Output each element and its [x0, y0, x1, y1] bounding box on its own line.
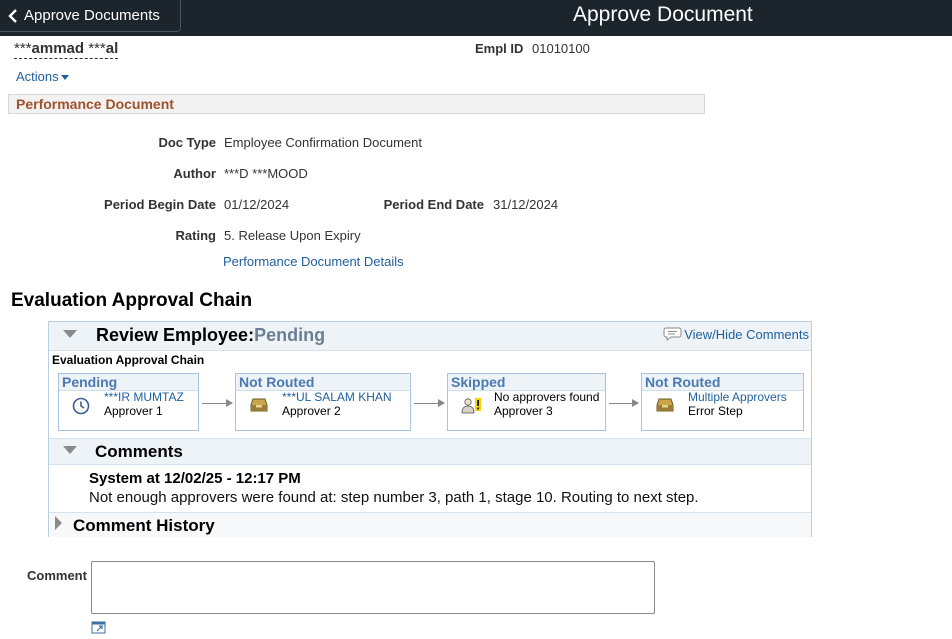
review-label: Review Employee:: [96, 325, 255, 345]
comment-text: Not enough approvers were found at: step…: [89, 489, 699, 506]
performance-document-details-link[interactable]: Performance Document Details: [223, 254, 404, 269]
period-begin-value: 01/12/2024: [224, 197, 290, 212]
chain-subtitle: Evaluation Approval Chain: [52, 353, 205, 367]
comment-history-header[interactable]: Comment History: [49, 512, 811, 537]
approver-name-link[interactable]: ***UL SALAM KHAN: [282, 391, 392, 404]
approver-name: No approvers found: [494, 390, 600, 404]
actions-menu[interactable]: Actions: [16, 69, 69, 84]
comment-history-title: Comment History: [73, 516, 215, 535]
period-end-value: 31/12/2024: [493, 197, 559, 212]
comments-title: Comments: [95, 442, 183, 461]
approval-chain-heading: Evaluation Approval Chain: [11, 290, 253, 311]
name-part-2: al: [105, 40, 119, 57]
speech-bubble-icon: [663, 327, 682, 341]
back-button[interactable]: Approve Documents: [0, 0, 181, 32]
review-employee-header: Review Employee:Pending View/Hide Commen…: [49, 322, 811, 351]
comment-textarea[interactable]: [91, 561, 655, 614]
inbox-icon: [655, 397, 675, 418]
approver-role: Error Step: [688, 404, 743, 418]
warning-user-icon: [461, 397, 483, 420]
top-header-bar: Approve Documents Approve Document: [0, 0, 952, 36]
chain-arrow: [202, 399, 233, 407]
page-title: Approve Document: [573, 3, 753, 26]
name-part-1: ammad: [31, 40, 85, 57]
comment-author-timestamp: System at 12/02/25 - 12:17 PM: [89, 470, 301, 487]
chain-arrow: [609, 399, 639, 407]
expand-textarea-icon[interactable]: [91, 620, 107, 639]
rating-label: Rating: [175, 228, 216, 243]
employee-name[interactable]: ***ammad ***al: [14, 40, 119, 59]
doc-type-value: Employee Confirmation Document: [224, 135, 422, 150]
approval-step-2: Not Routed ***UL SALAM KHAN Approver 2: [235, 373, 411, 431]
comment-label: Comment: [27, 568, 87, 583]
chevron-left-icon: [8, 8, 17, 23]
approval-step-3: Skipped No approvers found Approver 3: [447, 373, 606, 431]
rating-value: 5. Release Upon Expiry: [224, 228, 361, 243]
name-mask-2: ***: [84, 40, 106, 57]
period-begin-label: Period Begin Date: [104, 197, 216, 212]
performance-document-section: Performance Document: [8, 94, 705, 114]
caret-down-icon: [60, 75, 69, 81]
name-mask-1: ***: [14, 40, 32, 57]
section-title: Performance Document: [16, 96, 174, 112]
step-status: Pending: [59, 374, 198, 391]
author-value: ***D ***MOOD: [224, 166, 308, 181]
view-hide-label: View/Hide Comments: [684, 326, 809, 342]
collapse-triangle-icon[interactable]: [63, 330, 77, 338]
inbox-icon: [249, 397, 269, 418]
collapse-triangle-icon[interactable]: [63, 446, 77, 454]
back-button-label: Approve Documents: [24, 7, 160, 24]
comments-header: Comments: [49, 438, 811, 465]
period-end-label: Period End Date: [383, 197, 484, 212]
approval-step-1: Pending ***IR MUMTAZ Approver 1: [58, 373, 199, 431]
approver-role: Approver 3: [494, 404, 553, 418]
emplid-value: 01010100: [532, 41, 590, 56]
doc-type-label: Doc Type: [158, 135, 216, 150]
view-hide-comments-link[interactable]: View/Hide Comments: [663, 326, 809, 342]
step-status: Not Routed: [642, 374, 803, 391]
approver-name-link[interactable]: ***IR MUMTAZ: [104, 391, 184, 404]
review-title: Review Employee:Pending: [96, 325, 325, 346]
step-status: Not Routed: [236, 374, 410, 391]
step-status: Skipped: [448, 374, 605, 391]
emplid-label: Empl ID: [475, 41, 524, 56]
actions-label: Actions: [16, 69, 59, 84]
approver-role: Approver 1: [104, 404, 163, 418]
clock-icon: [72, 397, 90, 420]
author-label: Author: [173, 166, 216, 181]
chain-arrow: [414, 399, 445, 407]
expand-triangle-icon[interactable]: [55, 516, 62, 530]
review-status: Pending: [254, 325, 326, 345]
approver-role: Approver 2: [282, 404, 341, 418]
approval-chain-panel: Review Employee:Pending View/Hide Commen…: [48, 321, 812, 537]
approval-step-4: Not Routed Multiple Approvers Error Step: [641, 373, 804, 431]
approver-name-link[interactable]: Multiple Approvers: [688, 391, 787, 404]
